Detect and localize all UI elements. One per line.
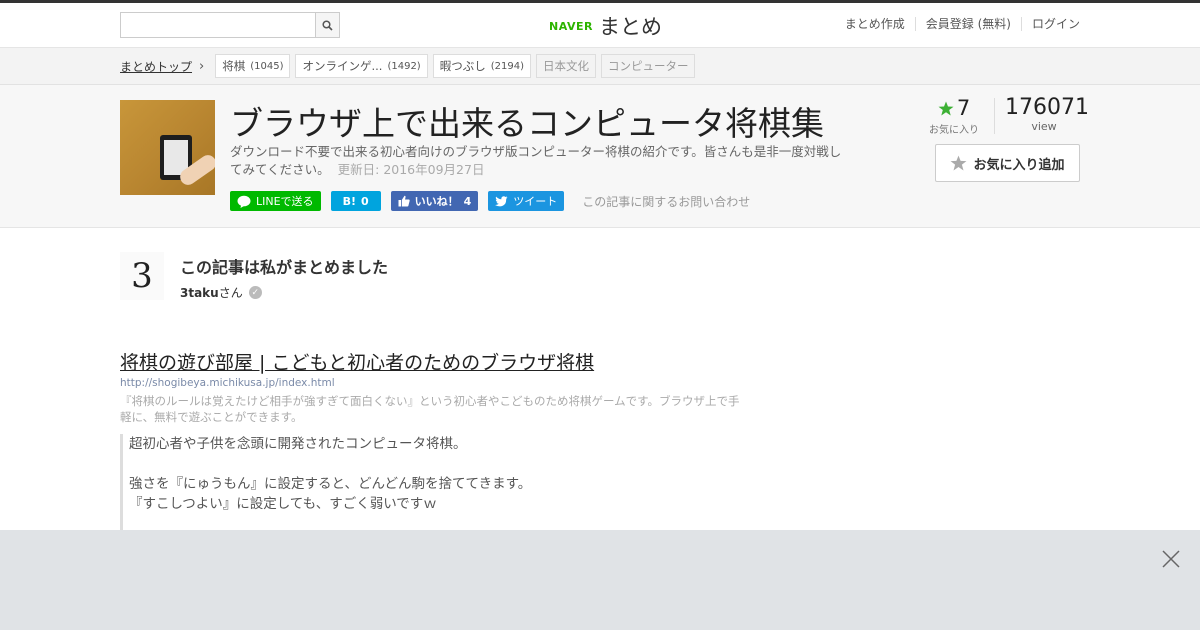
article-thumbnail [120,100,215,195]
add-favorite-button[interactable]: お気に入り追加 [935,144,1080,182]
tag-shogi[interactable]: 将棋 (1045) [215,54,291,78]
add-favorite-label: お気に入り追加 [973,157,1065,173]
search-icon [322,19,333,31]
tag-label: コンピューター [607,59,689,73]
search-button[interactable] [315,13,339,37]
facebook-like-button[interactable]: いいね！ 4 [390,191,479,211]
tweet-label: ツイート [513,195,558,208]
tag-label: 暇つぶし [439,59,486,73]
contact-link[interactable]: この記事に関するお問い合わせ [582,193,750,210]
tag-computer[interactable]: コンピューター [600,54,696,78]
article-description: ダウンロード不要で出来る初心者向けのブラウザ版コンピューター将棋の紹介です。皆さ… [230,143,850,179]
favorites-stat: 7 お気に入り [925,96,983,136]
logo-naver: NAVER [549,19,593,33]
quote-spacer [129,454,760,474]
author-heading: この記事は私がまとめました [180,258,389,277]
top-bar: NAVER まとめ まとめ作成 会員登録 (無料) ログイン [0,0,1200,48]
verified-check-icon: ✓ [248,286,262,299]
favorites-count: 7 [956,96,971,120]
close-icon[interactable] [1161,549,1181,569]
tag-himatsubushi[interactable]: 暇つぶし (2194) [432,54,531,78]
top-nav: まとめ作成 会員登録 (無料) ログイン [835,17,1080,31]
breadcrumb-top-link[interactable]: まとめトップ [120,58,192,75]
line-share-button[interactable]: LINEで送る [230,191,321,211]
description-text: ダウンロード不要で出来る初心者向けのブラウザ版コンピューター将棋の紹介です。皆さ… [230,144,842,177]
updated-date: 更新日: 2016年09月27日 [337,162,485,177]
search-box [120,12,340,38]
nav-login[interactable]: ログイン [1020,17,1080,31]
article-header: ブラウザ上で出来るコンピュータ将棋集 ダウンロード不要で出来る初心者向けのブラウ… [0,85,1200,228]
link-url[interactable]: http://shogibeya.michikusa.jp/index.html [120,377,335,389]
tag-japanese-culture[interactable]: 日本文化 [535,54,596,78]
quote-line: 超初心者や子供を念頭に開発されたコンピュータ将棋。 [129,436,467,452]
tag-label: 将棋 [222,59,246,73]
hatena-icon: B! [342,194,356,208]
avatar[interactable]: 3 [120,252,164,300]
author-name[interactable]: 3takuさん [180,284,243,301]
tag-count: (2194) [490,60,524,72]
search-input[interactable] [121,13,315,37]
facebook-like-count: 4 [463,194,472,208]
quote-block: 超初心者や子供を念頭に開発されたコンピュータ将棋。 強さを『にゅうもん』に設定す… [120,434,760,534]
favorites-count-row: 7 [925,96,983,120]
bottom-overlay-banner [0,530,1200,630]
views-count: 176071 [1005,95,1089,120]
tag-online-game[interactable]: オンラインゲ... (1492) [295,54,428,78]
author-suffix: さん [218,286,243,300]
nav-create-matome[interactable]: まとめ作成 [835,17,915,31]
tag-count: (1045) [250,60,284,72]
breadcrumb: まとめトップ › 将棋 (1045) オンラインゲ... (1492) 暇つぶし… [120,54,696,78]
hatena-bookmark-button[interactable]: B! 0 [330,191,381,211]
breadcrumb-bar: まとめトップ › 将棋 (1045) オンラインゲ... (1492) 暇つぶし… [0,48,1200,85]
link-description: 『将棋のルールは覚えたけど相手が強すぎて面白くない』という初心者やこどものため将… [120,394,740,424]
line-share-label: LINEで送る [256,195,314,208]
tag-label: 日本文化 [542,59,589,73]
facebook-like-label: いいね！ [414,195,459,208]
star-icon [938,101,954,115]
stat-divider [994,98,995,134]
nav-register[interactable]: 会員登録 (無料) [914,17,1021,31]
share-buttons: LINEで送る B! 0 いいね！ 4 ツイート この記事に関するお問い合わせ [230,191,750,211]
views-stat: 176071 view [1005,95,1089,133]
chevron-right-icon: › [199,58,205,74]
quote-line: 強さを『にゅうもん』に設定すると、どんどん駒を捨ててきます。 [129,476,532,492]
author-name-row: 3takuさん ✓ [180,284,262,301]
hatena-count: 0 [360,194,369,208]
favorites-label: お気に入り [929,125,979,136]
twitter-bird-icon [495,195,508,206]
tag-label: オンラインゲ... [302,59,383,73]
link-title[interactable]: 将棋の遊び部屋 | こどもと初心者のためのブラウザ将棋 [120,348,594,375]
line-icon [237,195,251,208]
tweet-button[interactable]: ツイート [488,191,565,211]
site-logo[interactable]: NAVER まとめ [549,11,662,41]
star-outline-icon [951,155,967,171]
thumbs-up-icon [398,195,410,207]
views-label: view [1031,120,1057,133]
article-title: ブラウザ上で出来るコンピュータ将棋集 [230,104,824,143]
quote-line: 『すこしつよい』に設定しても、すごく弱いですｗ [129,496,437,512]
logo-matome: まとめ [598,15,662,39]
tag-count: (1492) [387,60,421,72]
author-username: 3taku [180,286,219,300]
